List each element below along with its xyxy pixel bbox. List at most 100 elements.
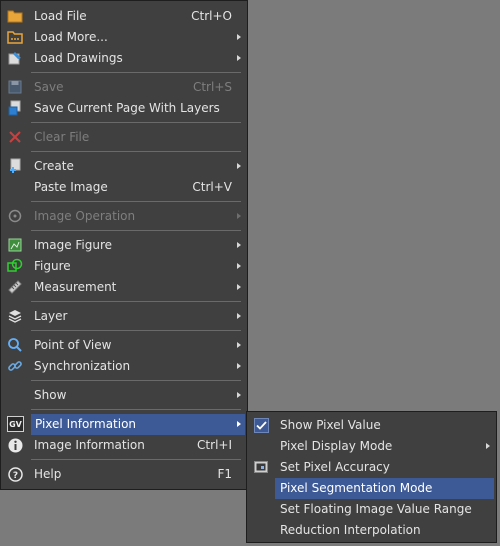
menu-item-label: Synchronization bbox=[34, 359, 131, 373]
submenu-arrow-icon bbox=[237, 163, 241, 169]
shortcut-label: Ctrl+O bbox=[191, 9, 232, 23]
submenu-arrow-icon bbox=[237, 392, 241, 398]
submenu-arrow-icon bbox=[237, 34, 241, 40]
menu-item-label: Load Drawings bbox=[34, 51, 123, 65]
menu-separator bbox=[31, 72, 241, 73]
menu-item-label: Image Information bbox=[34, 438, 145, 452]
info-icon bbox=[7, 437, 23, 453]
context-menu: Load File Ctrl+O Load More... Load Drawi… bbox=[0, 0, 248, 490]
submenu-item-show-pixel-value[interactable]: Show Pixel Value bbox=[249, 415, 494, 436]
submenu-arrow-icon bbox=[237, 55, 241, 61]
menu-item-label: Load File bbox=[34, 9, 87, 23]
magnifier-icon bbox=[7, 337, 23, 353]
figure-icon bbox=[7, 258, 23, 274]
svg-text:?: ? bbox=[12, 471, 17, 481]
menu-item-load-more[interactable]: Load More... bbox=[3, 27, 245, 48]
menu-item-label: Pixel Display Mode bbox=[280, 439, 393, 453]
shortcut-label: Ctrl+V bbox=[192, 180, 232, 194]
menu-item-load-drawings[interactable]: Load Drawings bbox=[3, 48, 245, 69]
menu-item-save[interactable]: Save Ctrl+S bbox=[3, 77, 245, 98]
accuracy-icon bbox=[253, 459, 269, 475]
menu-separator bbox=[31, 301, 241, 302]
menu-item-image-operation[interactable]: Image Operation bbox=[3, 206, 245, 227]
submenu-arrow-icon bbox=[486, 443, 490, 449]
menu-separator bbox=[31, 122, 241, 123]
folder-more-icon bbox=[7, 29, 23, 45]
menu-separator bbox=[31, 230, 241, 231]
menu-item-help[interactable]: ? Help F1 bbox=[3, 464, 245, 485]
submenu-arrow-icon bbox=[237, 242, 241, 248]
menu-item-label: Figure bbox=[34, 259, 71, 273]
gv-icon-text: GV bbox=[9, 419, 22, 429]
menu-item-label: Help bbox=[34, 467, 62, 481]
save-icon bbox=[7, 79, 23, 95]
pixel-information-submenu: Show Pixel Value Pixel Display Mode Set … bbox=[246, 411, 497, 543]
shortcut-label: Ctrl+I bbox=[197, 438, 232, 452]
menu-item-label: Set Floating Image Value Range bbox=[280, 502, 472, 516]
ruler-icon bbox=[7, 279, 23, 295]
submenu-item-reduction-interpolation[interactable]: Reduction Interpolation bbox=[249, 520, 494, 541]
submenu-item-set-floating-image-value-range[interactable]: Set Floating Image Value Range bbox=[249, 499, 494, 520]
menu-item-load-file[interactable]: Load File Ctrl+O bbox=[3, 6, 245, 27]
menu-separator bbox=[31, 409, 241, 410]
submenu-arrow-icon bbox=[237, 313, 241, 319]
menu-item-synchronization[interactable]: Synchronization bbox=[3, 356, 245, 377]
menu-item-label: Clear File bbox=[34, 130, 90, 144]
drawings-icon bbox=[7, 50, 23, 66]
shortcut-label: Ctrl+S bbox=[192, 80, 232, 94]
submenu-arrow-icon bbox=[237, 342, 241, 348]
submenu-item-pixel-display-mode[interactable]: Pixel Display Mode bbox=[249, 436, 494, 457]
submenu-arrow-icon bbox=[237, 421, 241, 427]
submenu-arrow-icon bbox=[237, 213, 241, 219]
menu-item-label: Measurement bbox=[34, 280, 117, 294]
menu-item-create[interactable]: Create bbox=[3, 156, 245, 177]
menu-item-point-of-view[interactable]: Point of View bbox=[3, 335, 245, 356]
menu-item-save-page-layers[interactable]: Save Current Page With Layers bbox=[3, 98, 245, 119]
menu-item-label: Reduction Interpolation bbox=[280, 523, 421, 537]
submenu-item-pixel-segmentation-mode[interactable]: Pixel Segmentation Mode bbox=[275, 478, 494, 499]
submenu-item-set-pixel-accuracy[interactable]: Set Pixel Accuracy bbox=[249, 457, 494, 478]
submenu-arrow-icon bbox=[237, 263, 241, 269]
menu-separator bbox=[31, 330, 241, 331]
menu-item-show[interactable]: Show bbox=[3, 385, 245, 406]
menu-item-label: Image Figure bbox=[34, 238, 113, 252]
menu-item-image-figure[interactable]: Image Figure bbox=[3, 235, 245, 256]
menu-item-clear-file[interactable]: Clear File bbox=[3, 127, 245, 148]
menu-item-label: Layer bbox=[34, 309, 68, 323]
menu-item-figure[interactable]: Figure bbox=[3, 256, 245, 277]
image-figure-icon bbox=[7, 237, 23, 253]
menu-separator bbox=[31, 201, 241, 202]
menu-separator bbox=[31, 380, 241, 381]
shortcut-label: F1 bbox=[217, 467, 232, 481]
menu-item-label: Paste Image bbox=[34, 180, 108, 194]
menu-item-pixel-information[interactable]: Pixel Information bbox=[31, 414, 245, 435]
menu-item-label: Save Current Page With Layers bbox=[34, 101, 220, 115]
menu-item-paste-image[interactable]: Paste Image Ctrl+V bbox=[3, 177, 245, 198]
submenu-arrow-icon bbox=[237, 284, 241, 290]
gv-icon: GV bbox=[7, 416, 24, 432]
menu-separator bbox=[31, 459, 241, 460]
create-icon bbox=[7, 158, 23, 174]
folder-icon bbox=[7, 8, 23, 24]
menu-item-label: Pixel Segmentation Mode bbox=[280, 481, 433, 495]
close-icon bbox=[7, 129, 23, 145]
menu-item-label: Show Pixel Value bbox=[280, 418, 381, 432]
image-operation-icon bbox=[7, 208, 23, 224]
menu-item-layer[interactable]: Layer bbox=[3, 306, 245, 327]
submenu-arrow-icon bbox=[237, 363, 241, 369]
menu-item-label: Show bbox=[34, 388, 67, 402]
menu-item-label: Save bbox=[34, 80, 64, 94]
checkmark-icon bbox=[253, 417, 269, 433]
menu-item-label: Pixel Information bbox=[35, 417, 137, 431]
menu-item-label: Point of View bbox=[34, 338, 112, 352]
menu-item-image-information[interactable]: Image Information Ctrl+I bbox=[3, 435, 245, 456]
checkbox-checked bbox=[253, 417, 269, 433]
menu-separator bbox=[31, 151, 241, 152]
menu-item-measurement[interactable]: Measurement bbox=[3, 277, 245, 298]
menu-item-label: Set Pixel Accuracy bbox=[280, 460, 390, 474]
menu-item-label: Load More... bbox=[34, 30, 108, 44]
link-icon bbox=[7, 358, 23, 374]
menu-item-label: Create bbox=[34, 159, 74, 173]
help-icon: ? bbox=[7, 466, 23, 482]
save-layers-icon bbox=[7, 100, 23, 116]
